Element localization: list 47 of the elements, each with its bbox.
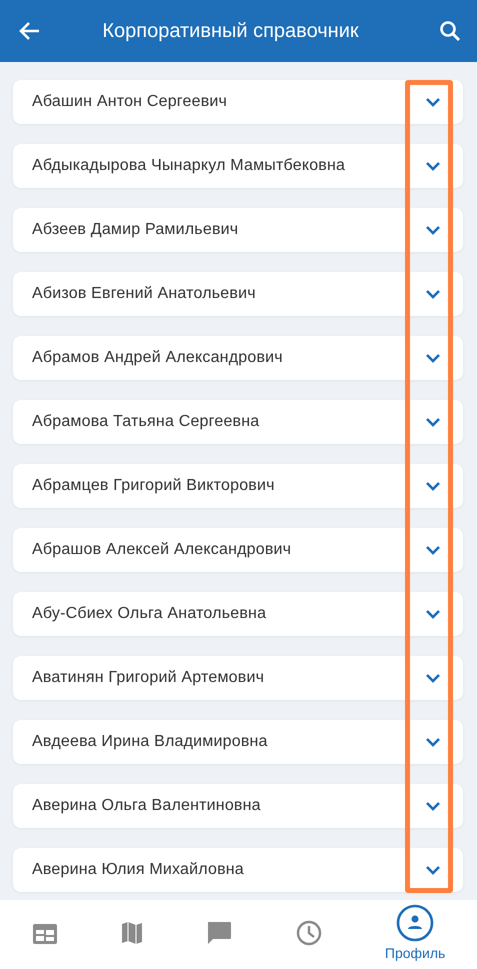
- contact-name: Абизов Евгений Анатольевич: [32, 285, 256, 303]
- contact-card[interactable]: Абзеев Дамир Рамильевич: [13, 208, 463, 252]
- contact-card[interactable]: Абрамцев Григорий Викторович: [13, 464, 463, 508]
- contact-card[interactable]: Авдеева Ирина Владимировна: [13, 720, 463, 764]
- chevron-icon[interactable]: [425, 865, 441, 875]
- clock-icon: [296, 920, 322, 946]
- contact-name: Абдыкадырова Чынаркул Мамытбековна: [32, 157, 346, 175]
- chevron-icon[interactable]: [425, 609, 441, 619]
- chevron-icon[interactable]: [425, 545, 441, 555]
- chevron-icon[interactable]: [425, 737, 441, 747]
- contact-name: Аватинян Григорий Артемович: [32, 669, 264, 687]
- nav-tab[interactable]: Профиль: [378, 902, 452, 963]
- contact-name: Аверина Юлия Михайловна: [32, 861, 244, 879]
- contact-card[interactable]: Абрашов Алексей Александрович: [13, 528, 463, 572]
- screen-title: Корпоративный справочник: [101, 20, 360, 42]
- chevron-icon[interactable]: [425, 225, 441, 235]
- contact-name: Абу-Сбиех Ольга Анатольевна: [32, 605, 266, 623]
- chevron-icon[interactable]: [425, 673, 441, 683]
- chat-bubble-icon: [206, 920, 232, 944]
- contact-name: Абрамова Татьяна Сергеевна: [32, 413, 260, 431]
- contact-name: Абрамов Андрей Александрович: [32, 349, 283, 367]
- profile-icon: [396, 904, 434, 942]
- chevron-icon[interactable]: [425, 161, 441, 171]
- chevron-icon[interactable]: [425, 481, 441, 491]
- contact-card[interactable]: Абрамова Татьяна Сергеевна: [13, 400, 463, 444]
- contact-card[interactable]: Аватинян Григорий Артемович: [13, 656, 463, 700]
- contact-name: Абрашов Алексей Александрович: [32, 541, 292, 559]
- contact-name: Аверина Ольга Валентиновна: [32, 797, 261, 815]
- contact-name: Абрамцев Григорий Викторович: [32, 477, 275, 495]
- contact-name: Авдеева Ирина Владимировна: [32, 733, 268, 751]
- contact-name: Абзеев Дамир Рамильевич: [32, 221, 238, 239]
- chevron-icon[interactable]: [425, 417, 441, 427]
- contact-card[interactable]: Абу-Сбиех Ольга Анатольевна: [13, 592, 463, 636]
- chevron-icon[interactable]: [425, 353, 441, 363]
- chevron-icon[interactable]: [425, 289, 441, 299]
- contact-card[interactable]: Абизов Евгений Анатольевич: [13, 272, 463, 316]
- contact-card[interactable]: Аверина Ольга Валентиновна: [13, 784, 463, 828]
- search-icon: [439, 20, 461, 42]
- contact-card[interactable]: Абдыкадырова Чынаркул Мамытбековна: [13, 144, 463, 188]
- contact-card[interactable]: Абрамов Андрей Александрович: [13, 336, 463, 380]
- map-icon: [120, 920, 143, 944]
- back-arrow-icon: [18, 21, 40, 41]
- contact-card[interactable]: Аверина Юлия Михайловна: [13, 848, 463, 892]
- contact-card[interactable]: Абашин Антон Сергеевич: [13, 80, 463, 124]
- chevron-icon[interactable]: [425, 801, 441, 811]
- contact-name: Абашин Антон Сергеевич: [32, 93, 228, 111]
- chevron-icon[interactable]: [425, 97, 441, 107]
